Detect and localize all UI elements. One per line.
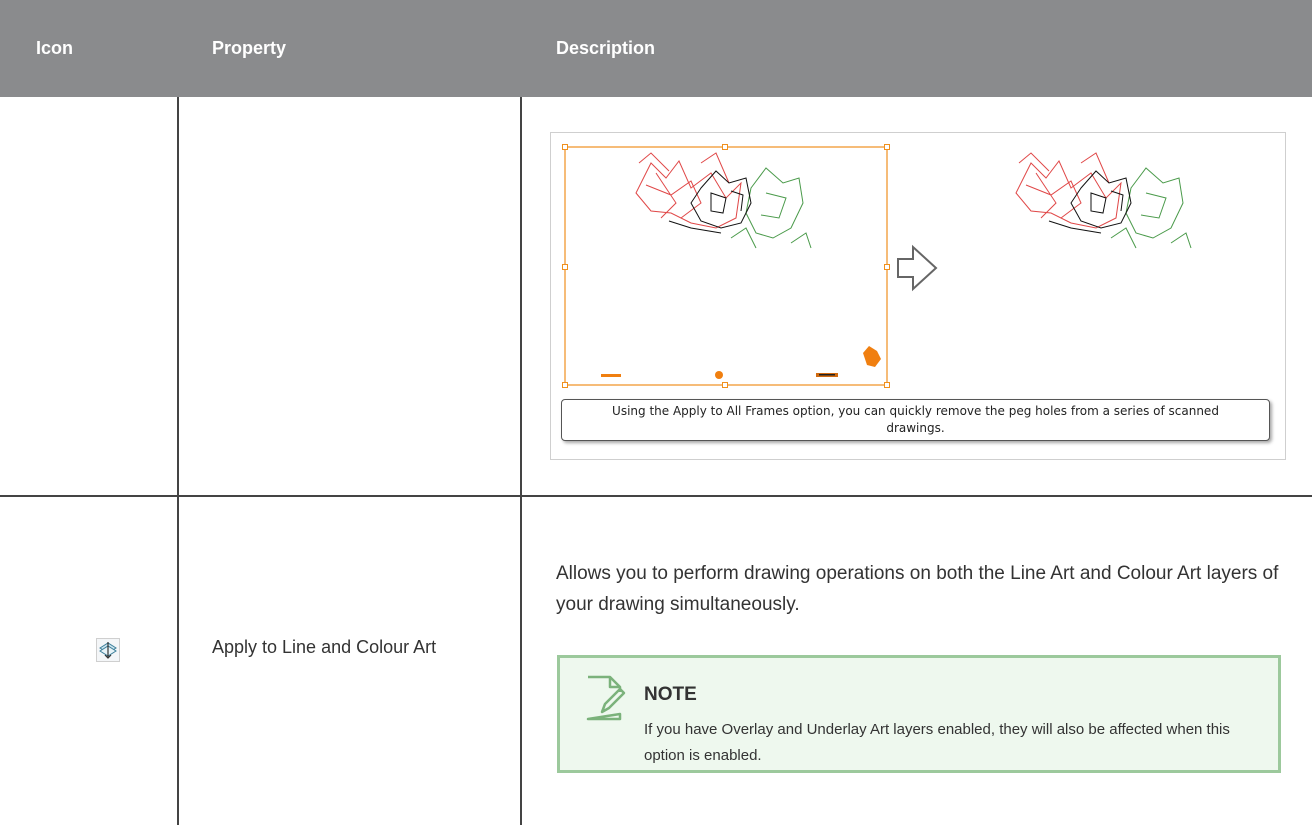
header-property: Property [212, 38, 287, 58]
column-divider-1 [177, 97, 179, 825]
table-header: Icon Property Description [0, 0, 1312, 97]
header-description: Description [556, 38, 656, 58]
apply-to-line-and-colour-art-icon [96, 638, 120, 662]
note-title: NOTE [644, 684, 697, 705]
note-body: If you have Overlay and Underlay Art lay… [644, 721, 1230, 764]
property-name: Apply to Line and Colour Art [212, 637, 437, 657]
peg-holes-figure: Using the Apply to All Frames option, yo… [550, 132, 1286, 460]
column-divider-2 [520, 97, 522, 825]
note-box: NOTE If you have Overlay and Underlay Ar… [557, 655, 1281, 773]
figure-caption: Using the Apply to All Frames option, yo… [561, 399, 1270, 441]
note-document-icon [586, 675, 626, 721]
properties-table: Icon Property Description Using the Appl… [0, 0, 1312, 825]
header-icon: Icon [36, 38, 74, 58]
property-description: Allows you to perform drawing operations… [556, 563, 1279, 615]
row-divider [0, 495, 1312, 497]
